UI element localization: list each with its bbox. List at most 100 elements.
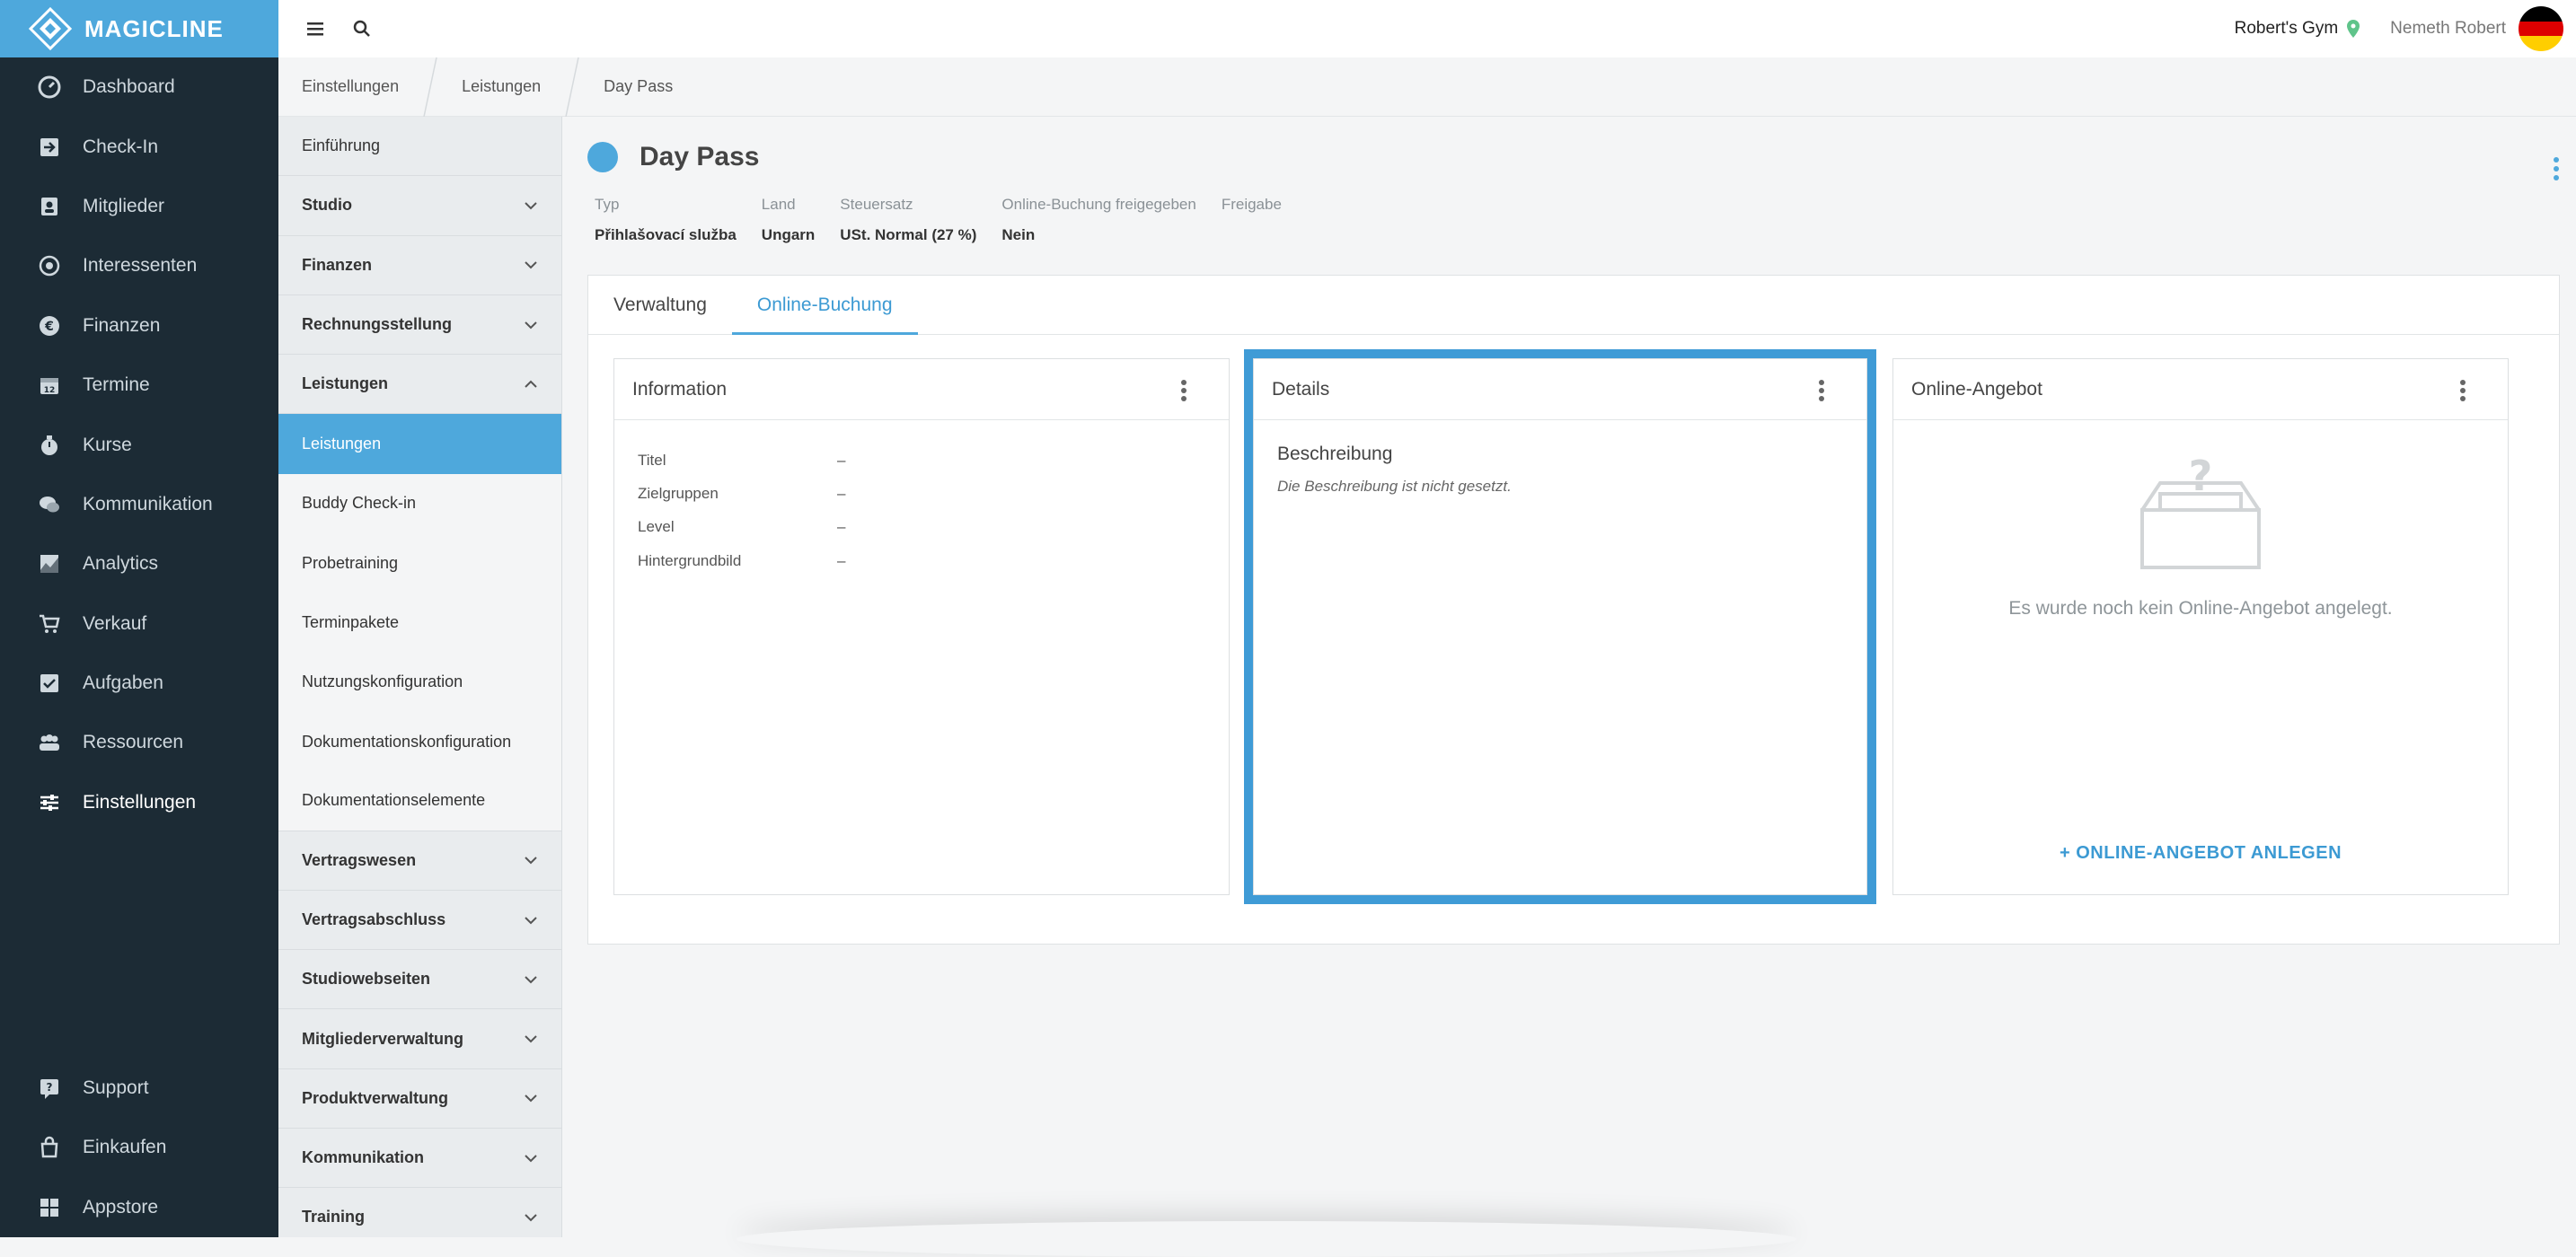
- calendar-icon: 12: [40, 378, 58, 395]
- panel-header: Information: [614, 359, 1229, 420]
- subnav-member-management[interactable]: Mitgliederverwaltung: [278, 1009, 561, 1069]
- subnav-studio-websites[interactable]: Studiowebseiten: [278, 950, 561, 1010]
- nav-label: Aufgaben: [83, 672, 163, 694]
- nav-label: Mitglieder: [83, 195, 165, 216]
- dashboard-icon: [38, 75, 61, 99]
- chevron-up-icon: [525, 380, 537, 388]
- nav-item-members[interactable]: Mitglieder: [0, 177, 278, 236]
- meta-label: Online-Buchung freigegeben: [1001, 196, 1196, 213]
- nav-item-sales[interactable]: Verkauf: [0, 594, 278, 654]
- panel-title: Information: [632, 378, 728, 400]
- cart-icon: [40, 614, 60, 633]
- gym-selector[interactable]: Robert's Gym: [2235, 19, 2339, 39]
- nav-item-tasks[interactable]: Aufgaben: [0, 654, 278, 713]
- user-name[interactable]: Nemeth Robert: [2390, 19, 2506, 39]
- subnav-label: Dokumentationselemente: [302, 791, 486, 810]
- more-options-icon[interactable]: [1180, 379, 1187, 402]
- breadcrumb: Einstellungen Leistungen Day Pass: [278, 57, 2576, 117]
- subnav-label: Leistungen: [302, 374, 389, 393]
- subnav-invoicing[interactable]: Rechnungsstellung: [278, 295, 561, 356]
- subnav-appointment-packages[interactable]: Terminpakete: [278, 593, 561, 653]
- nav-item-courses[interactable]: Kurse: [0, 415, 278, 474]
- nav-item-dashboard[interactable]: Dashboard: [0, 57, 278, 117]
- subnav-label: Nutzungskonfiguration: [302, 672, 463, 691]
- euro-icon: €: [40, 315, 59, 336]
- prospects-icon: [39, 256, 60, 277]
- subnav-finance[interactable]: Finanzen: [278, 236, 561, 295]
- meta-country: Land Ungarn: [762, 196, 816, 244]
- nav-item-support[interactable]: ? Support: [0, 1059, 278, 1118]
- settings-sidebar: Einführung Studio Finanzen Rechnungsstel…: [278, 117, 562, 1237]
- nav-item-communication[interactable]: Kommunikation: [0, 475, 278, 534]
- subnav-buddy-check-in[interactable]: Buddy Check-in: [278, 473, 561, 534]
- nav-label: Einstellungen: [83, 791, 197, 813]
- breadcrumb-day-pass: Day Pass: [604, 77, 674, 95]
- breadcrumb-services[interactable]: Leistungen: [438, 57, 564, 117]
- nav-item-check-in[interactable]: Check-In: [0, 117, 278, 176]
- nav-item-appointments[interactable]: 12 Termine: [0, 356, 278, 415]
- subnav-documentation-config[interactable]: Dokumentationskonfiguration: [278, 711, 561, 772]
- subnav-label: Vertragsabschluss: [302, 910, 446, 928]
- subnav-label: Vertragswesen: [302, 850, 417, 869]
- nav-list: Dashboard Check-In Mitglieder Interessen…: [0, 57, 278, 832]
- meta-value: Přihlašovací služba: [595, 226, 737, 243]
- meta-value: [1222, 226, 1282, 244]
- subnav-trial-training[interactable]: Probetraining: [278, 533, 561, 593]
- page-header: Day Pass: [587, 142, 759, 172]
- nav-item-prospects[interactable]: Interessenten: [0, 236, 278, 295]
- check-in-icon: [40, 137, 58, 156]
- meta-online-booking: Online-Buchung freigegeben Nein: [1001, 196, 1195, 244]
- courses-icon: [41, 435, 57, 455]
- panel-header: Online-Angebot: [1893, 359, 2508, 420]
- more-options-icon[interactable]: [1818, 379, 1825, 402]
- tab-management[interactable]: Verwaltung: [588, 276, 732, 334]
- subnav-contract-conclusion[interactable]: Vertragsabschluss: [278, 891, 561, 951]
- breadcrumb-settings[interactable]: Einstellungen: [278, 57, 422, 117]
- subnav-introduction[interactable]: Einführung: [278, 117, 561, 177]
- nav-item-analytics[interactable]: Analytics: [0, 534, 278, 593]
- appstore-icon: [40, 1198, 58, 1217]
- info-row: Titel –: [638, 444, 1205, 477]
- meta-label: Steuersatz: [840, 196, 913, 213]
- german-flag-icon[interactable]: [2519, 6, 2563, 51]
- main-navigation: MAGICLINE Dashboard Check-In Mitglieder …: [0, 0, 278, 1237]
- more-options-icon[interactable]: [2553, 156, 2560, 181]
- more-options-icon[interactable]: [2459, 379, 2466, 402]
- subnav-services[interactable]: Leistungen: [278, 355, 561, 415]
- chevron-down-icon: [525, 1094, 537, 1103]
- subnav-studio[interactable]: Studio: [278, 176, 561, 236]
- details-panel[interactable]: Details Beschreibung Die Beschreibung is…: [1244, 349, 1876, 904]
- nav-item-resources[interactable]: Ressourcen: [0, 713, 278, 772]
- meta-label: Land: [761, 196, 796, 213]
- shop-icon: [40, 1137, 58, 1158]
- chevron-down-icon: [525, 1035, 537, 1043]
- nav-item-appstore[interactable]: Appstore: [0, 1178, 278, 1237]
- nav-item-finance[interactable]: € Finanzen: [0, 296, 278, 356]
- subnav-label: Einführung: [302, 136, 381, 155]
- subnav-training[interactable]: Training: [278, 1188, 561, 1237]
- subnav-contracts[interactable]: Vertragswesen: [278, 831, 561, 891]
- subnav-usage-config[interactable]: Nutzungskonfiguration: [278, 652, 561, 712]
- chevron-down-icon: [525, 261, 537, 269]
- location-pin-icon: [2347, 20, 2360, 38]
- subnav-label: Studio: [302, 196, 352, 215]
- nav-label: Ressourcen: [83, 732, 184, 753]
- chevron-down-icon: [525, 857, 537, 865]
- page-title: Day Pass: [640, 142, 760, 171]
- hamburger-menu-icon[interactable]: [305, 19, 325, 39]
- brand-logo[interactable]: MAGICLINE: [0, 0, 278, 57]
- meta-value: Nein: [1001, 226, 1036, 243]
- nav-item-shop[interactable]: Einkaufen: [0, 1118, 278, 1177]
- empty-state-text: Es wurde noch kein Online-Angebot angele…: [2008, 598, 2393, 619]
- subnav-documentation-elements[interactable]: Dokumentationselemente: [278, 771, 561, 831]
- nav-item-settings[interactable]: Einstellungen: [0, 773, 278, 832]
- subnav-services-list[interactable]: Leistungen: [278, 414, 561, 474]
- create-online-offer-button[interactable]: + ONLINE-ANGEBOT ANLEGEN: [1893, 843, 2508, 864]
- search-icon[interactable]: [352, 19, 372, 39]
- subnav-communication[interactable]: Kommunikation: [278, 1129, 561, 1189]
- subnav-product-management[interactable]: Produktverwaltung: [278, 1069, 561, 1130]
- status-dot-icon: [587, 142, 618, 172]
- tab-online-booking[interactable]: Online-Buchung: [731, 276, 918, 335]
- breadcrumb-separator-icon: [565, 57, 579, 117]
- nav-label: Analytics: [83, 553, 159, 575]
